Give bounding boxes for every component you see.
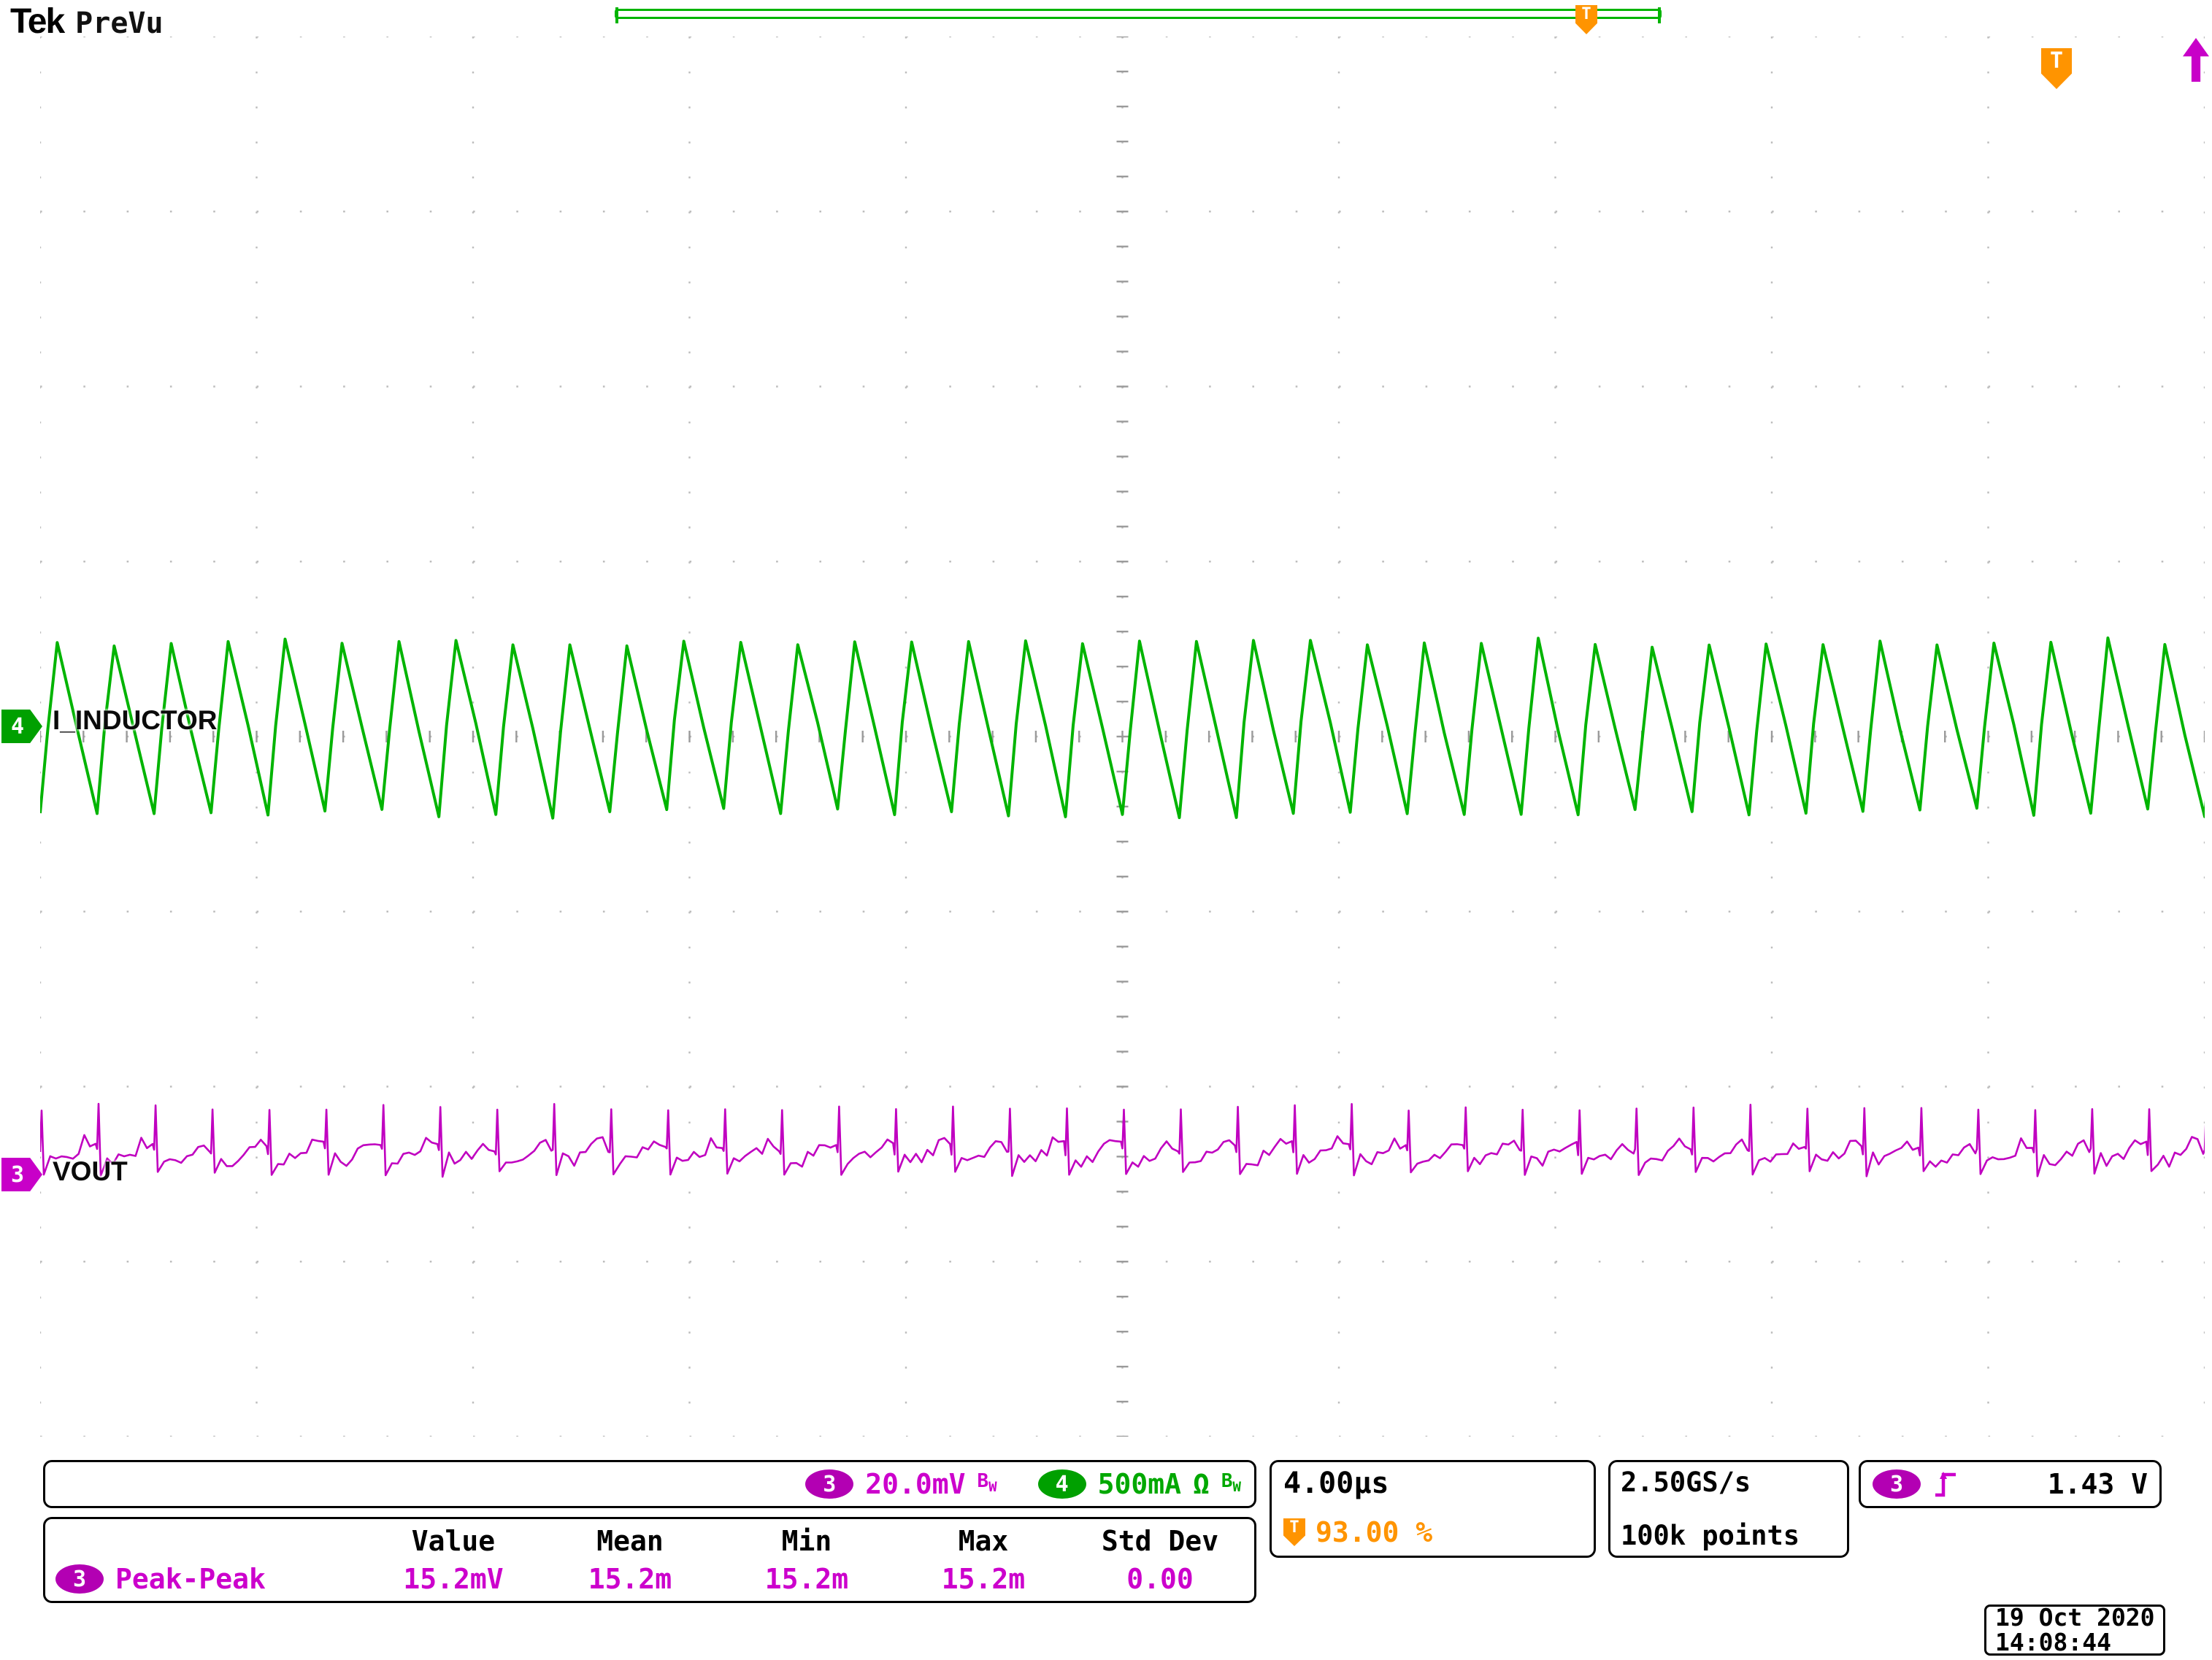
record-bar-left-tick bbox=[615, 7, 618, 23]
meas-channel-badge: 3 bbox=[55, 1564, 104, 1594]
meas-mean: 15.2m bbox=[542, 1563, 718, 1595]
ch4-waveform-label: I_INDUCTOR bbox=[53, 705, 217, 736]
tek-logo: Tek bbox=[10, 1, 64, 42]
ch3-waveform bbox=[40, 1104, 2205, 1177]
meas-name: Peak-Peak bbox=[115, 1563, 266, 1595]
measurement-row-label: 3 Peak-Peak bbox=[51, 1563, 365, 1595]
rising-edge-icon bbox=[1932, 1467, 1959, 1501]
trigger-source-badge[interactable]: 3 bbox=[1873, 1469, 1921, 1499]
meas-header-max: Max bbox=[895, 1525, 1072, 1557]
meas-value: 15.2mV bbox=[365, 1563, 542, 1595]
datetime-readout: 19 Oct 2020 14:08:44 bbox=[1984, 1605, 2165, 1656]
header: Tek PreVu bbox=[10, 1, 164, 42]
measurement-table[interactable]: Value Mean Min Max Std Dev 3 Peak-Peak 1… bbox=[43, 1517, 1256, 1603]
graticule bbox=[40, 36, 2205, 1437]
channel-3-marker[interactable]: 3 bbox=[1, 1158, 42, 1191]
sample-rate: 2.50GS/s bbox=[1621, 1467, 1837, 1498]
meas-max: 15.2m bbox=[895, 1563, 1072, 1595]
acquisition-mode-label: PreVu bbox=[75, 7, 163, 40]
channel-4-badge[interactable]: 4 bbox=[1038, 1469, 1086, 1499]
timebase-readout[interactable]: 4.00µs T 93.00 % bbox=[1270, 1460, 1596, 1558]
channel-3-badge[interactable]: 3 bbox=[805, 1469, 853, 1499]
record-length: 100k points bbox=[1621, 1520, 1837, 1551]
trigger-readout[interactable]: 3 1.43 V bbox=[1859, 1460, 2162, 1508]
acquisition-readout[interactable]: 2.50GS/s 100k points bbox=[1608, 1460, 1849, 1558]
meas-min: 15.2m bbox=[718, 1563, 895, 1595]
ch4-scale-readout[interactable]: 500mA bbox=[1098, 1468, 1181, 1500]
meas-header-mean: Mean bbox=[542, 1525, 718, 1557]
meas-header-value: Value bbox=[365, 1525, 542, 1557]
date-label: 19 Oct 2020 bbox=[1995, 1605, 2154, 1630]
ch4-waveform bbox=[40, 638, 2205, 818]
meas-stddev: 0.00 bbox=[1072, 1563, 1248, 1595]
channel-readouts[interactable]: 3 20.0mV BW 4 500mA Ω BW bbox=[43, 1460, 1256, 1508]
ch3-scale-readout[interactable]: 20.0mV bbox=[865, 1468, 965, 1500]
trigger-position-percent: 93.00 % bbox=[1316, 1516, 1432, 1548]
record-view-bar[interactable]: T bbox=[615, 9, 1662, 19]
timebase-scale[interactable]: 4.00µs bbox=[1283, 1467, 1582, 1500]
trigger-position-flag-icon[interactable]: T bbox=[1575, 5, 1597, 34]
trigger-position-icon: T bbox=[1283, 1518, 1305, 1546]
ch3-bandwidth-icon: BW bbox=[978, 1472, 997, 1496]
meas-header-min: Min bbox=[718, 1525, 895, 1557]
ch3-waveform-label: VOUT bbox=[53, 1156, 128, 1187]
trigger-level-value: 1.43 V bbox=[2048, 1468, 2148, 1500]
ch4-impedance-label: Ω bbox=[1193, 1468, 1210, 1500]
ch4-bandwidth-icon: BW bbox=[1221, 1472, 1241, 1496]
time-label: 14:08:44 bbox=[1995, 1630, 2154, 1655]
record-bar-right-tick bbox=[1658, 7, 1661, 23]
meas-header-stddev: Std Dev bbox=[1072, 1525, 1248, 1557]
channel-4-marker[interactable]: 4 bbox=[1, 710, 42, 743]
